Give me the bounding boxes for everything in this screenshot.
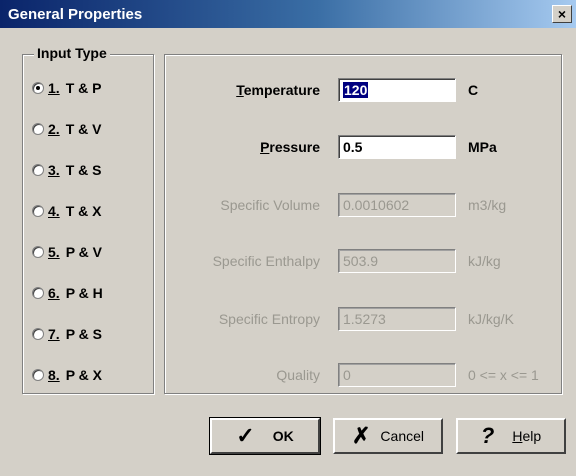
specific-volume-label: Specific Volume: [220, 197, 320, 213]
radio-p-h[interactable]: 6. P & H: [32, 283, 103, 303]
checkmark-icon: ✓: [236, 423, 255, 448]
pressure-label: Pressure: [260, 139, 320, 155]
properties-panel: [164, 54, 562, 394]
specific-volume-unit: m3/kg: [468, 197, 507, 213]
temperature-field[interactable]: 120: [338, 78, 456, 102]
radio-t-s[interactable]: 3. T & S: [32, 160, 101, 180]
specific-volume-field: 0.0010602: [338, 193, 456, 217]
specific-enthalpy-field: 503.9: [338, 249, 456, 273]
radio-button[interactable]: [32, 82, 44, 94]
close-button[interactable]: ×: [552, 5, 572, 23]
radio-button[interactable]: [32, 328, 44, 340]
window-title: General Properties: [8, 5, 143, 23]
title-bar: General Properties ×: [0, 0, 576, 28]
input-type-legend: Input Type: [34, 45, 110, 61]
x-mark-icon: ✗: [351, 423, 371, 448]
specific-enthalpy-label: Specific Enthalpy: [212, 253, 320, 269]
temperature-label: Temperature: [236, 82, 320, 98]
pressure-unit: MPa: [468, 139, 497, 155]
quality-unit: 0 <= x <= 1: [468, 367, 539, 383]
radio-p-v[interactable]: 5. P & V: [32, 242, 102, 262]
cancel-button[interactable]: ✗ Cancel: [333, 418, 443, 454]
radio-button[interactable]: [32, 287, 44, 299]
specific-entropy-label: Specific Entropy: [218, 311, 320, 327]
radio-button[interactable]: [32, 123, 44, 135]
close-icon: ×: [557, 6, 567, 22]
radio-p-s[interactable]: 7. P & S: [32, 324, 102, 344]
radio-button[interactable]: [32, 205, 44, 217]
temperature-unit: C: [468, 82, 479, 98]
question-mark-icon: ?: [480, 423, 495, 448]
help-button[interactable]: ? Help: [456, 418, 566, 454]
pressure-field[interactable]: 0.5: [338, 135, 456, 159]
ok-button[interactable]: ✓ OK: [209, 417, 321, 455]
quality-field: 0: [338, 363, 456, 387]
radio-t-v[interactable]: 2. T & V: [32, 119, 101, 139]
radio-button[interactable]: [32, 164, 44, 176]
radio-p-x[interactable]: 8. P & X: [32, 365, 102, 385]
radio-t-p[interactable]: 1. T & P: [32, 78, 101, 98]
quality-label: Quality: [276, 367, 320, 383]
specific-entropy-field: 1.5273: [338, 307, 456, 331]
specific-enthalpy-unit: kJ/kg: [468, 253, 501, 269]
radio-button[interactable]: [32, 369, 44, 381]
radio-button[interactable]: [32, 246, 44, 258]
specific-entropy-unit: kJ/kg/K: [468, 311, 514, 327]
radio-t-x[interactable]: 4. T & X: [32, 201, 101, 221]
